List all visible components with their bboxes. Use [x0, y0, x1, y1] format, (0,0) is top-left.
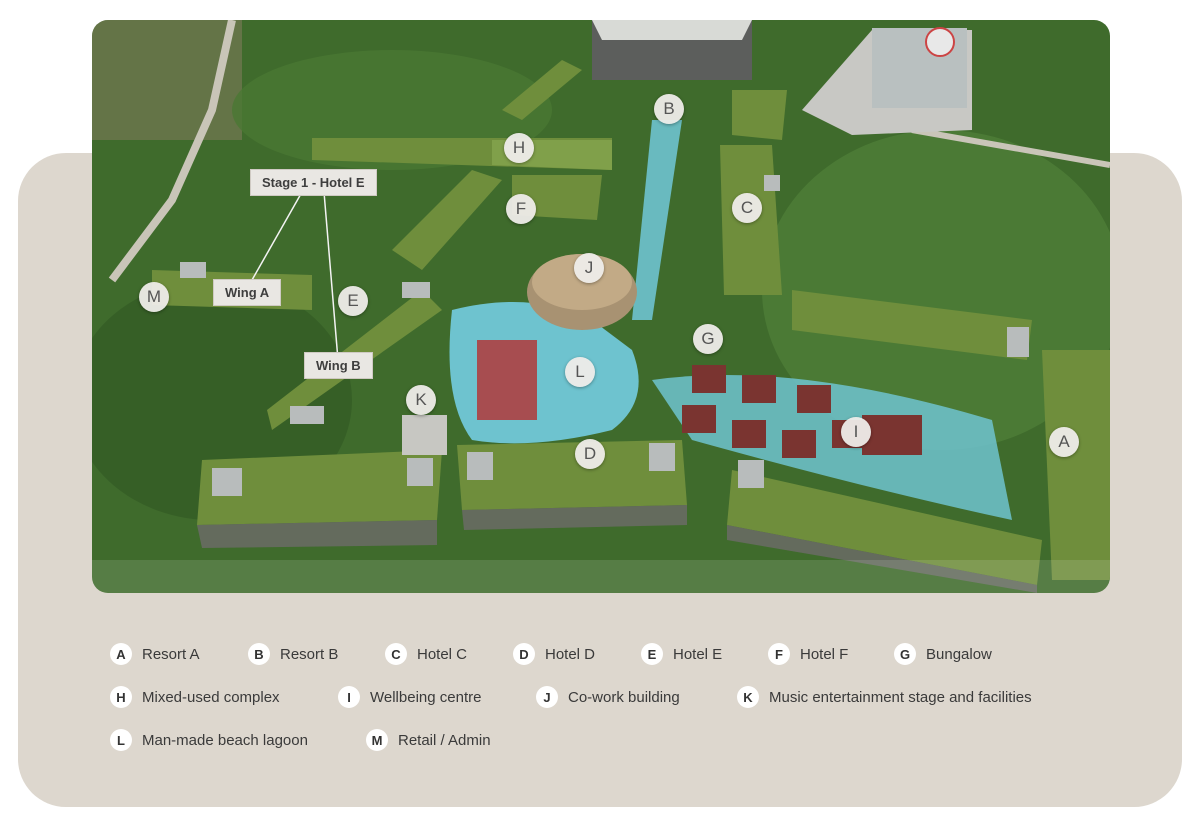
waterpark-slides [477, 340, 537, 420]
legend-label: Music entertainment stage and facilities [769, 688, 1032, 706]
legend-badge: G [894, 643, 916, 665]
callout-wing-a: Wing A [213, 279, 282, 306]
helipad [925, 27, 955, 57]
legend-badge: M [366, 729, 388, 751]
legend-label: Wellbeing centre [370, 688, 482, 706]
legend-item-k: K Music entertainment stage and faciliti… [737, 685, 1032, 709]
haze [92, 560, 1110, 593]
legend-item-a: A Resort A [110, 642, 200, 666]
legend-label: Man-made beach lagoon [142, 731, 308, 749]
marker-c[interactable]: C [732, 193, 762, 223]
marker-b[interactable]: B [654, 94, 684, 124]
callout-stage: Stage 1 - Hotel E [250, 169, 377, 196]
marker-m[interactable]: M [139, 282, 169, 312]
marker-j[interactable]: J [574, 253, 604, 283]
marker-e[interactable]: E [338, 286, 368, 316]
legend-label: Retail / Admin [398, 731, 491, 749]
legend-item-i: I Wellbeing centre [338, 685, 481, 709]
legend-label: Bungalow [926, 645, 992, 663]
site-plan-illustration [92, 20, 1110, 593]
legend-item-b: B Resort B [248, 642, 338, 666]
legend-label: Hotel E [673, 645, 723, 663]
legend-label: Mixed-used complex [142, 688, 280, 706]
legend-badge: F [768, 643, 790, 665]
marker-h[interactable]: H [504, 133, 534, 163]
legend-badge: E [641, 643, 663, 665]
legend-badge: A [110, 643, 132, 665]
marker-f[interactable]: F [506, 194, 536, 224]
legend-badge: C [385, 643, 407, 665]
marker-d[interactable]: D [575, 439, 605, 469]
legend-item-h: H Mixed-used complex [110, 685, 280, 709]
site-map: Stage 1 - Hotel E Wing A Wing B A B C D … [92, 20, 1110, 593]
marker-k[interactable]: K [406, 385, 436, 415]
legend-badge: K [737, 686, 759, 708]
marker-g[interactable]: G [693, 324, 723, 354]
legend-item-e: E Hotel E [641, 642, 722, 666]
legend-badge: B [248, 643, 270, 665]
marker-a[interactable]: A [1049, 427, 1079, 457]
legend-item-m: M Retail / Admin [366, 728, 491, 752]
legend-badge: I [338, 686, 360, 708]
marker-i[interactable]: I [841, 417, 871, 447]
legend-item-f: F Hotel F [768, 642, 848, 666]
stage-building [402, 415, 447, 455]
legend-label: Co-work building [568, 688, 680, 706]
legend-badge: H [110, 686, 132, 708]
legend-label: Hotel D [545, 645, 596, 663]
marker-l[interactable]: L [565, 357, 595, 387]
legend-label: Hotel C [417, 645, 468, 663]
legend-item-d: D Hotel D [513, 642, 595, 666]
legend-item-g: G Bungalow [894, 642, 992, 666]
legend-label: Resort A [142, 645, 200, 663]
legend-item-c: C Hotel C [385, 642, 467, 666]
legend-badge: L [110, 729, 132, 751]
legend-item-j: J Co-work building [536, 685, 680, 709]
legend-item-l: L Man-made beach lagoon [110, 728, 308, 752]
legend-label: Resort B [280, 645, 339, 663]
callout-wing-b: Wing B [304, 352, 373, 379]
legend-label: Hotel F [800, 645, 849, 663]
legend-badge: J [536, 686, 558, 708]
legend-badge: D [513, 643, 535, 665]
